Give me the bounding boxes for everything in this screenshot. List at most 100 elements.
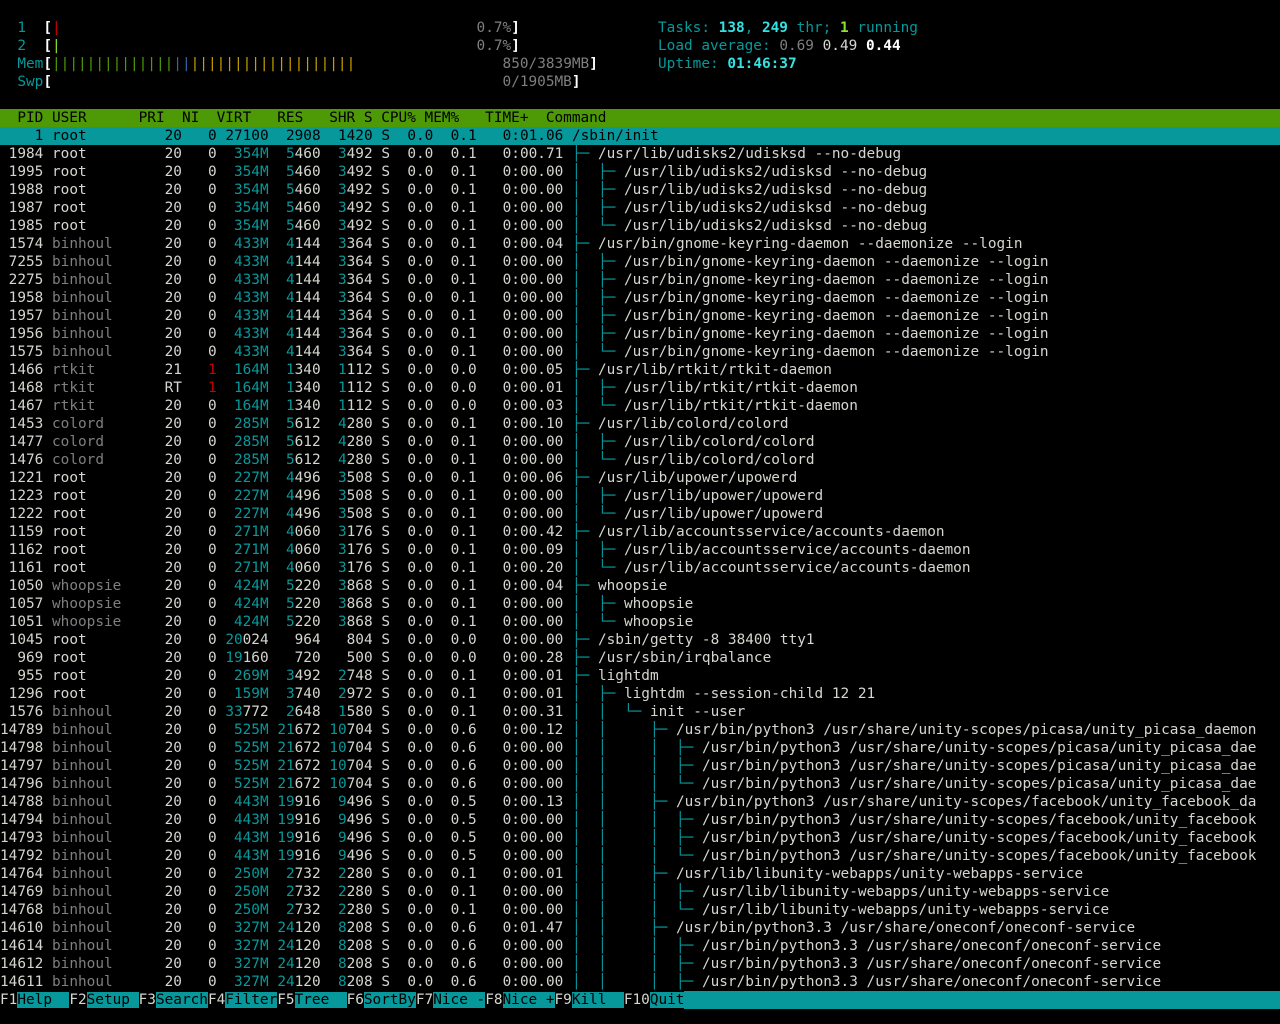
process-row[interactable]: 14794 binhoul 20 0 443M 19916 9496 S 0.0… <box>0 811 1280 829</box>
process-row[interactable]: 1995 root 20 0 354M 5460 3492 S 0.0 0.1 … <box>0 163 1280 181</box>
process-row[interactable]: 1159 root 20 0 271M 4060 3176 S 0.0 0.1 … <box>0 523 1280 541</box>
process-row[interactable]: 2275 binhoul 20 0 433M 4144 3364 S 0.0 0… <box>0 271 1280 289</box>
process-row[interactable]: 1222 root 20 0 227M 4496 3508 S 0.0 0.1 … <box>0 505 1280 523</box>
process-row[interactable]: 1223 root 20 0 227M 4496 3508 S 0.0 0.1 … <box>0 487 1280 505</box>
fkey-label-f3[interactable]: Search <box>155 992 208 1008</box>
command-cell: /sbin/init <box>571 128 659 144</box>
process-row[interactable]: 1984 root 20 0 354M 5460 3492 S 0.0 0.1 … <box>0 145 1280 163</box>
fkey-f2[interactable]: F2 <box>69 992 86 1008</box>
process-row[interactable]: 1221 root 20 0 227M 4496 3508 S 0.0 0.1 … <box>0 469 1280 487</box>
process-row[interactable]: 1985 root 20 0 354M 5460 3492 S 0.0 0.1 … <box>0 217 1280 235</box>
fkey-label-f1[interactable]: Help <box>17 992 70 1008</box>
process-row[interactable]: 955 root 20 0 269M 3492 2748 S 0.0 0.1 0… <box>0 667 1280 685</box>
process-row[interactable]: 14610 binhoul 20 0 327M 24120 8208 S 0.0… <box>0 919 1280 937</box>
mem-cell: 0.6 <box>441 758 477 774</box>
command-cell: /usr/bin/gnome-keyring-daemon --daemoniz… <box>623 308 1049 324</box>
process-row[interactable]: 1050 whoopsie 20 0 424M 5220 3868 S 0.0 … <box>0 577 1280 595</box>
process-row[interactable]: 14792 binhoul 20 0 443M 19916 9496 S 0.0… <box>0 847 1280 865</box>
process-row[interactable]: 1956 binhoul 20 0 433M 4144 3364 S 0.0 0… <box>0 325 1280 343</box>
user-cell: binhoul <box>52 272 122 288</box>
time-cell: 0:00.04 <box>485 236 564 252</box>
process-row[interactable]: 1576 binhoul 20 0 33772 2648 1580 S 0.0 … <box>0 703 1280 721</box>
process-row[interactable]: 1574 binhoul 20 0 433M 4144 3364 S 0.0 0… <box>0 235 1280 253</box>
ni-cell: 0 <box>190 794 217 810</box>
process-row[interactable]: 14788 binhoul 20 0 443M 19916 9496 S 0.0… <box>0 793 1280 811</box>
shr-cell: 10704 <box>329 776 373 792</box>
pri-cell: 20 <box>138 830 182 846</box>
virt-cell: 250M <box>225 866 269 882</box>
ni-cell: 0 <box>190 218 217 234</box>
time-cell: 0:00.00 <box>485 974 564 990</box>
process-row[interactable]: 969 root 20 0 19160 720 500 S 0.0 0.0 0:… <box>0 649 1280 667</box>
cpu-cell: 0.0 <box>398 794 434 810</box>
state-cell: S <box>381 542 390 558</box>
tree-branch: ├─ <box>571 578 598 594</box>
res-cell: 4144 <box>277 236 321 252</box>
command-cell: whoopsie <box>597 578 668 594</box>
command-cell: /usr/lib/udisks2/udisksd --no-debug <box>623 164 928 180</box>
column-header[interactable]: PID USER PRI NI VIRT RES SHR S CPU% MEM%… <box>0 109 1280 127</box>
process-row[interactable]: 14789 binhoul 20 0 525M 21672 10704 S 0.… <box>0 721 1280 739</box>
process-row[interactable]: 1476 colord 20 0 285M 5612 4280 S 0.0 0.… <box>0 451 1280 469</box>
user-cell: binhoul <box>52 848 122 864</box>
fkey-f8[interactable]: F8 <box>485 992 502 1008</box>
process-row[interactable]: 1453 colord 20 0 285M 5612 4280 S 0.0 0.… <box>0 415 1280 433</box>
fkey-label-f8[interactable]: Nice + <box>502 992 555 1008</box>
command-cell: /usr/lib/udisks2/udisksd --no-debug <box>597 146 902 162</box>
process-row[interactable]: 1575 binhoul 20 0 433M 4144 3364 S 0.0 0… <box>0 343 1280 361</box>
process-row[interactable]: 14614 binhoul 20 0 327M 24120 8208 S 0.0… <box>0 937 1280 955</box>
pri-cell: 20 <box>138 146 182 162</box>
fkey-f7[interactable]: F7 <box>416 992 433 1008</box>
mem-cell: 0.0 <box>441 632 477 648</box>
fkey-label-f9[interactable]: Kill <box>571 992 624 1008</box>
process-row[interactable]: 1162 root 20 0 271M 4060 3176 S 0.0 0.1 … <box>0 541 1280 559</box>
fkey-label-f2[interactable]: Setup <box>86 992 139 1008</box>
mem-cell: 0.1 <box>441 524 477 540</box>
process-row[interactable]: 7255 binhoul 20 0 433M 4144 3364 S 0.0 0… <box>0 253 1280 271</box>
process-row[interactable]: 14793 binhoul 20 0 443M 19916 9496 S 0.0… <box>0 829 1280 847</box>
fkey-f4[interactable]: F4 <box>208 992 225 1008</box>
process-row[interactable]: 14612 binhoul 20 0 327M 24120 8208 S 0.0… <box>0 955 1280 973</box>
fkey-label-f5[interactable]: Tree <box>294 992 347 1008</box>
fkey-f1[interactable]: F1 <box>0 992 17 1008</box>
process-row[interactable]: 1988 root 20 0 354M 5460 3492 S 0.0 0.1 … <box>0 181 1280 199</box>
process-row[interactable]: 14796 binhoul 20 0 525M 21672 10704 S 0.… <box>0 775 1280 793</box>
process-row[interactable]: 1467 rtkit 20 0 164M 1340 1112 S 0.0 0.0… <box>0 397 1280 415</box>
process-row[interactable]: 1057 whoopsie 20 0 424M 5220 3868 S 0.0 … <box>0 595 1280 613</box>
res-cell: 4144 <box>277 254 321 270</box>
process-row[interactable]: 1296 root 20 0 159M 3740 2972 S 0.0 0.1 … <box>0 685 1280 703</box>
command-cell: /usr/bin/gnome-keyring-daemon --daemoniz… <box>623 326 1049 342</box>
process-row[interactable]: 14769 binhoul 20 0 250M 2732 2280 S 0.0 … <box>0 883 1280 901</box>
res-cell: 24120 <box>277 956 321 972</box>
cpu-cell: 0.0 <box>398 920 434 936</box>
process-row[interactable]: 14768 binhoul 20 0 250M 2732 2280 S 0.0 … <box>0 901 1280 919</box>
fkey-label-f10[interactable]: Quit <box>649 992 685 1008</box>
process-row[interactable]: 1958 binhoul 20 0 433M 4144 3364 S 0.0 0… <box>0 289 1280 307</box>
process-row[interactable]: 1051 whoopsie 20 0 424M 5220 3868 S 0.0 … <box>0 613 1280 631</box>
virt-cell: 424M <box>225 578 269 594</box>
process-row[interactable]: 14797 binhoul 20 0 525M 21672 10704 S 0.… <box>0 757 1280 775</box>
fkey-label-f4[interactable]: Filter <box>225 992 278 1008</box>
state-cell: S <box>381 866 390 882</box>
process-row[interactable]: 14798 binhoul 20 0 525M 21672 10704 S 0.… <box>0 739 1280 757</box>
fkey-f9[interactable]: F9 <box>555 992 572 1008</box>
process-row[interactable]: 1987 root 20 0 354M 5460 3492 S 0.0 0.1 … <box>0 199 1280 217</box>
fkey-label-f6[interactable]: SortBy <box>363 992 416 1008</box>
fkey-f5[interactable]: F5 <box>277 992 294 1008</box>
process-row[interactable]: 1477 colord 20 0 285M 5612 4280 S 0.0 0.… <box>0 433 1280 451</box>
shr-cell: 3868 <box>329 596 373 612</box>
process-row[interactable]: 1957 binhoul 20 0 433M 4144 3364 S 0.0 0… <box>0 307 1280 325</box>
process-row[interactable]: 14611 binhoul 20 0 327M 24120 8208 S 0.0… <box>0 973 1280 991</box>
mem-cell: 0.1 <box>441 164 477 180</box>
process-row[interactable]: 1045 root 20 0 20024 964 804 S 0.0 0.0 0… <box>0 631 1280 649</box>
process-row[interactable]: 1466 rtkit 21 1 164M 1340 1112 S 0.0 0.0… <box>0 361 1280 379</box>
fkey-f6[interactable]: F6 <box>347 992 364 1008</box>
fkey-label-f7[interactable]: Nice - <box>433 992 486 1008</box>
process-row[interactable]: 1161 root 20 0 271M 4060 3176 S 0.0 0.1 … <box>0 559 1280 577</box>
fkey-f10[interactable]: F10 <box>624 992 650 1008</box>
process-row[interactable]: 1468 rtkit RT 1 164M 1340 1112 S 0.0 0.0… <box>0 379 1280 397</box>
fkey-f3[interactable]: F3 <box>139 992 156 1008</box>
shr-cell: 2972 <box>329 686 373 702</box>
process-row[interactable]: 1 root 20 0 27100 2908 1420 S 0.0 0.1 0:… <box>0 127 1280 145</box>
process-row[interactable]: 14764 binhoul 20 0 250M 2732 2280 S 0.0 … <box>0 865 1280 883</box>
